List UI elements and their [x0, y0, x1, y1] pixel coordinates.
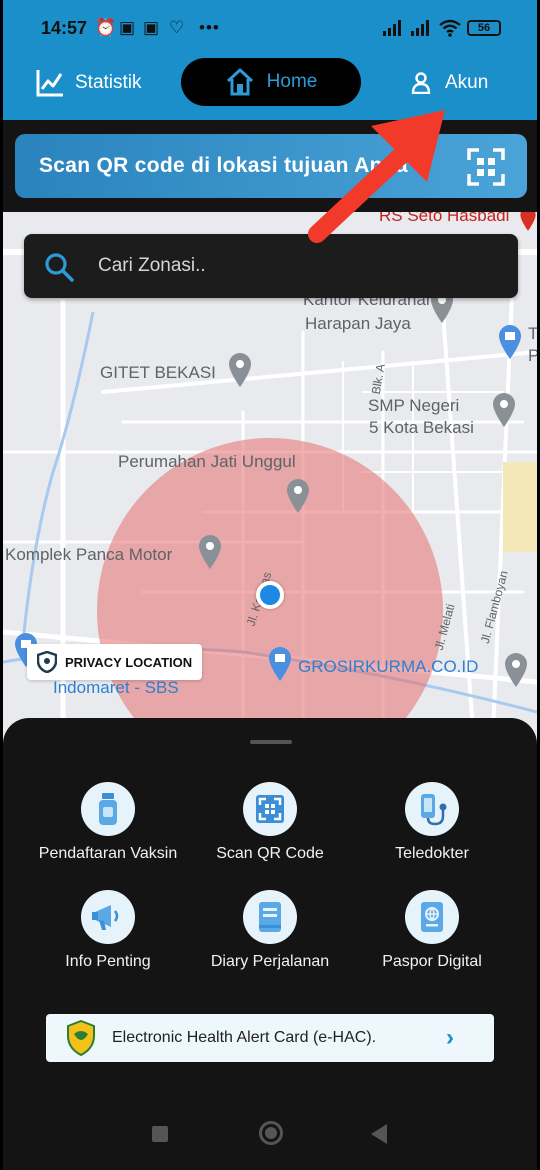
my-location-dot: [256, 581, 284, 609]
home-icon: [226, 68, 253, 96]
nav-home-label: Home: [266, 71, 318, 92]
map-label-kantor-2: Harapan Jaya: [305, 314, 411, 333]
menu-label: Info Penting: [65, 953, 151, 970]
hospital-pin-icon[interactable]: [519, 212, 537, 232]
chat-icon: ▣: [143, 18, 160, 37]
ehac-label: Electronic Health Alert Card (e-HAC).: [112, 1029, 377, 1046]
status-time: 14:57: [41, 18, 88, 38]
map-label-gitet: GITET BEKASI: [100, 363, 216, 382]
menu-scan-qr-code[interactable]: Scan QR Code: [185, 782, 355, 882]
map-label-grosir: GROSIRKURMA.CO.ID: [298, 657, 479, 676]
home-button[interactable]: [259, 1121, 283, 1145]
menu-label: Scan QR Code: [216, 845, 324, 862]
wifi-icon: [439, 19, 461, 37]
shop-pin-icon[interactable]: [497, 324, 523, 360]
map-pin-icon[interactable]: [491, 392, 517, 428]
menu-info-penting[interactable]: Info Penting: [23, 890, 193, 990]
menu-pendaftaran-vaksin[interactable]: Pendaftaran Vaksin: [23, 782, 193, 882]
message-icon: ▣: [119, 18, 136, 37]
map-pin-icon[interactable]: [503, 652, 529, 688]
nav-akun[interactable]: Akun: [411, 66, 488, 100]
privacy-location-label: PRIVACY LOCATION: [65, 654, 193, 670]
vaccine-bottle-icon: [81, 782, 135, 836]
shield-app-icon: ♡: [169, 18, 185, 37]
shield-location-icon: [37, 651, 57, 673]
diary-book-icon: [243, 890, 297, 944]
shop-pin-icon[interactable]: [267, 646, 293, 682]
battery-indicator: 56: [467, 20, 501, 36]
system-navigation-bar: [3, 1116, 537, 1156]
top-navigation: Statistik Home Akun: [3, 58, 537, 120]
menu-paspor-digital[interactable]: Paspor Digital: [347, 890, 517, 990]
status-bar: 14:57 ⏰ ▣ ▣ ♡ ••• 56: [3, 0, 537, 58]
scan-strip: Scan QR code di lokasi tujuan Anda ›: [3, 120, 537, 212]
chevron-right-icon: ›: [446, 1024, 454, 1051]
nav-akun-label: Akun: [445, 72, 489, 93]
stethoscope-phone-icon: [405, 782, 459, 836]
search-input[interactable]: [98, 250, 478, 282]
menu-diary-perjalanan[interactable]: Diary Perjalanan: [185, 890, 355, 990]
privacy-location-badge[interactable]: PRIVACY LOCATION: [27, 644, 203, 680]
signal-2-icon: [411, 20, 429, 36]
menu-label: Diary Perjalanan: [210, 953, 330, 970]
map-label-indomaret: Indomaret - SBS: [53, 678, 179, 697]
more-notifications-icon: •••: [199, 18, 220, 37]
qr-scan-icon: [243, 782, 297, 836]
search-icon: [45, 253, 74, 282]
screen: 14:57 ⏰ ▣ ▣ ♡ ••• 56 Statistik Home Akun…: [3, 0, 537, 1170]
map-label-p-edge: P: [528, 346, 537, 365]
alarm-icon: ⏰: [95, 18, 117, 37]
scan-qr-banner[interactable]: Scan QR code di lokasi tujuan Anda ›: [15, 134, 527, 198]
back-button[interactable]: [371, 1124, 387, 1144]
passport-icon: [405, 890, 459, 944]
ehac-card-button[interactable]: Electronic Health Alert Card (e-HAC). ›: [46, 1014, 494, 1062]
map-view[interactable]: RS Seto Hasbadi Kantor Kelurahan Harapan…: [3, 212, 537, 732]
map-pin-icon[interactable]: [197, 534, 223, 570]
menu-label: Pendaftaran Vaksin: [38, 845, 178, 862]
chart-line-icon: [36, 70, 63, 97]
map-label-perumahan: Perumahan Jati Unggul: [118, 452, 296, 471]
nav-home[interactable]: Home: [181, 58, 361, 106]
map-label-t-edge: T: [528, 324, 537, 343]
menu-label: Teledokter: [395, 845, 469, 862]
recents-button[interactable]: [152, 1126, 168, 1142]
map-label-komplek: Komplek Panca Motor: [5, 545, 173, 564]
signal-1-icon: [383, 20, 401, 36]
menu-label: Paspor Digital: [382, 953, 482, 970]
bottom-sheet: Pendaftaran Vaksin Scan QR Code Teledokt…: [3, 718, 537, 1170]
device-frame: 14:57 ⏰ ▣ ▣ ♡ ••• 56 Statistik Home Akun…: [0, 0, 540, 1170]
map-pin-icon[interactable]: [285, 478, 311, 514]
sheet-drag-handle[interactable]: [250, 740, 292, 744]
nav-statistik[interactable]: Statistik: [35, 66, 142, 100]
qr-scan-icon: [467, 148, 505, 186]
scan-banner-text: Scan QR code di lokasi tujuan Anda: [39, 154, 408, 177]
menu-teledokter[interactable]: Teledokter: [347, 782, 517, 882]
nav-statistik-label: Statistik: [75, 72, 142, 93]
map-label-smp-2: 5 Kota Bekasi: [369, 418, 474, 437]
user-icon: [411, 72, 431, 94]
megaphone-icon: [81, 890, 135, 944]
map-label-rs-seto: RS Seto Hasbadi: [379, 212, 510, 225]
search-bar[interactable]: [24, 234, 518, 298]
map-label-smp-1: SMP Negeri: [368, 396, 460, 415]
ehac-shield-icon: [67, 1020, 95, 1056]
map-pin-icon[interactable]: [227, 352, 253, 388]
chevron-right-icon: ›: [420, 150, 428, 177]
